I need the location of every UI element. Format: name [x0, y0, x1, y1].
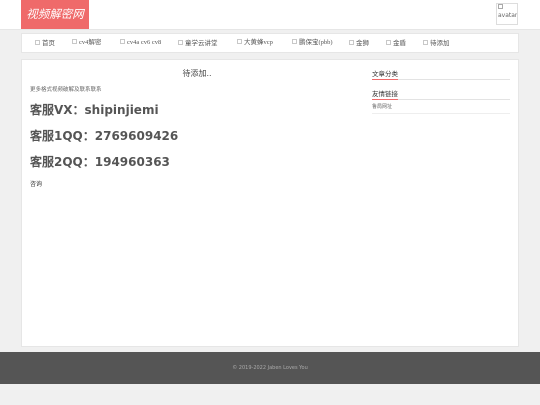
- bullet-icon: [178, 39, 183, 45]
- nav-item-label: cv4a cv6 cv8: [127, 39, 162, 46]
- bullet-icon: [292, 39, 297, 45]
- contact-qq1: 客服1QQ：2769609426: [30, 129, 179, 143]
- categories-widget-title: 文章分类: [372, 68, 510, 80]
- nav-item-jinshi[interactable]: 金狮: [349, 34, 369, 52]
- nav-item-home[interactable]: 首页: [35, 34, 55, 52]
- bullet-icon: [349, 39, 354, 45]
- bullet-icon: [386, 39, 391, 45]
- bullet-icon: [120, 39, 125, 45]
- nav-item-label: 大黄蜂vcp: [244, 39, 273, 46]
- nav-item-label: 首页: [42, 39, 55, 47]
- site-logo[interactable]: 视频解密网: [21, 0, 89, 29]
- inquiry-link[interactable]: 咨询: [30, 179, 42, 188]
- footer-copyright: © 2019-2022 Jaben Loves You: [232, 365, 308, 371]
- footer: © 2019-2022 Jaben Loves You: [0, 352, 540, 384]
- avatar[interactable]: avatar: [496, 3, 518, 25]
- nav-item-pengbaobao[interactable]: 鹏保宝(pbb): [292, 34, 333, 52]
- nav-item-label: 金狮: [356, 39, 369, 47]
- nav-item-label: 鹏保宝(pbb): [299, 39, 333, 46]
- nav-item-tongxueyun[interactable]: 童学云讲堂: [178, 34, 218, 52]
- nav-item-dahuangfeng-vcp[interactable]: 大黄蜂vcp: [237, 34, 273, 52]
- friend-link-item[interactable]: 鲁局网址: [372, 103, 510, 114]
- content-panel: 待添加.. 更多格式视频破解及联系联系 客服VX：shipinjiemi 客服1…: [21, 59, 519, 347]
- nav-item-cv4[interactable]: cv4解密: [72, 34, 101, 52]
- top-header: 视频解密网 avatar: [0, 0, 540, 30]
- broken-image-icon: [498, 4, 503, 9]
- nav-item-label: cv4解密: [79, 39, 102, 46]
- nav-item-label: 待添加: [430, 39, 450, 47]
- links-widget-title: 友情链接: [372, 88, 510, 100]
- nav-item-pending[interactable]: 待添加: [423, 34, 450, 52]
- nav-item-label: 童学云讲堂: [185, 39, 218, 47]
- categories-title-text: 文章分类: [372, 70, 398, 80]
- contact-vx: 客服VX：shipinjiemi: [30, 103, 159, 117]
- main-nav: 首页 cv4解密 cv4a cv6 cv8 童学云讲堂 大黄蜂vcp 鹏保宝(p…: [21, 33, 519, 53]
- contact-qq2: 客服2QQ：194960363: [30, 155, 170, 169]
- nav-item-cv4a-cv6-cv8[interactable]: cv4a cv6 cv8: [120, 34, 161, 52]
- avatar-alt-text: avatar: [498, 12, 518, 19]
- nav-item-jindun[interactable]: 金盾: [386, 34, 406, 52]
- links-title-text: 友情链接: [372, 90, 398, 100]
- post-title: 待添加..: [182, 69, 212, 78]
- post-intro: 更多格式视频破解及联系联系: [30, 87, 102, 93]
- nav-item-label: 金盾: [393, 39, 406, 47]
- bullet-icon: [423, 39, 428, 45]
- bullet-icon: [35, 39, 40, 45]
- bullet-icon: [237, 39, 242, 45]
- bullet-icon: [72, 39, 77, 45]
